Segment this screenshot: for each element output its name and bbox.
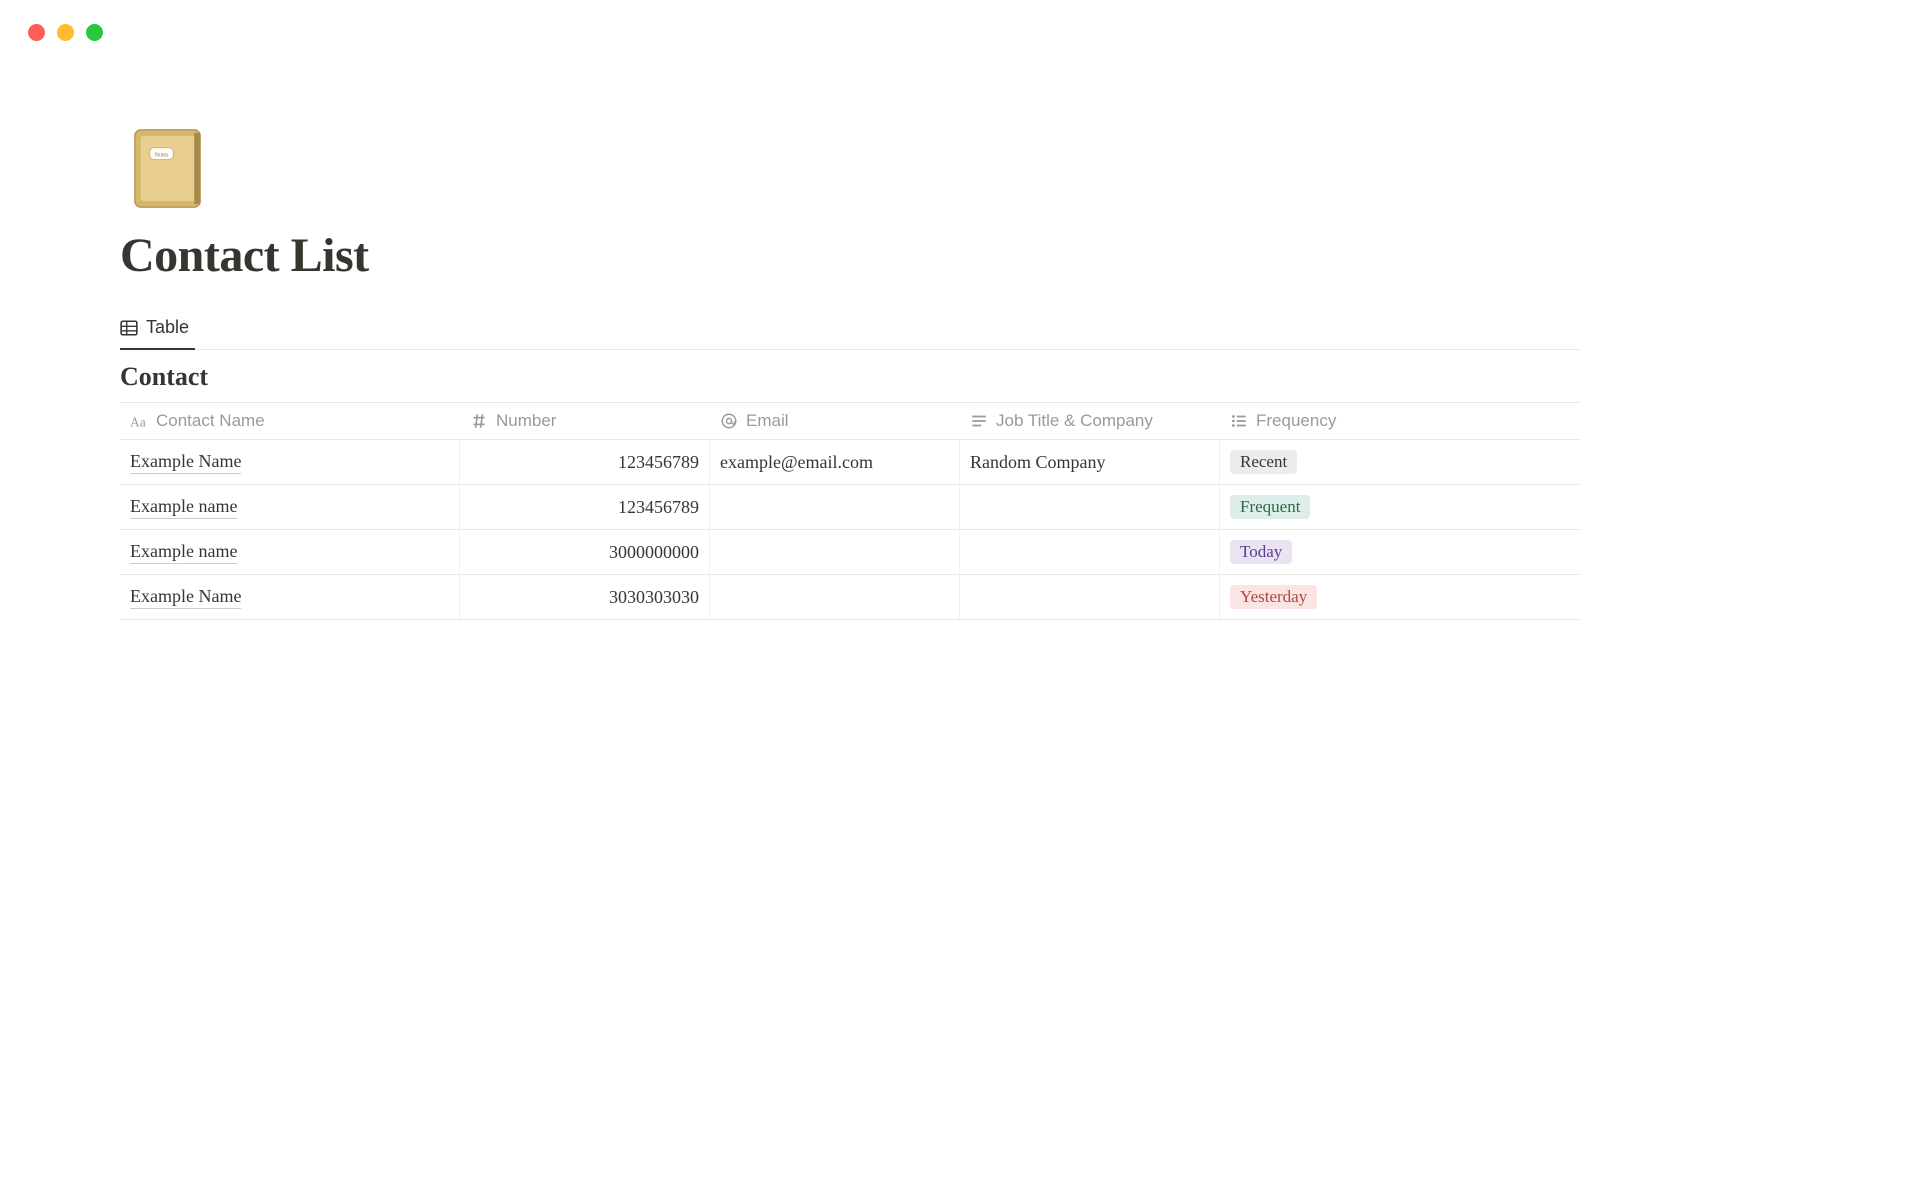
tab-table[interactable]: Table xyxy=(120,309,195,350)
cell-frequency[interactable]: Frequent xyxy=(1220,485,1580,529)
cell-email[interactable] xyxy=(710,530,960,574)
cell-number[interactable]: 3000000000 xyxy=(460,530,710,574)
cell-number[interactable]: 123456789 xyxy=(460,485,710,529)
notebook-icon[interactable]: Notes xyxy=(120,121,215,216)
text-icon: Aa xyxy=(130,412,148,430)
minimize-window-button[interactable] xyxy=(57,24,74,41)
cell-name[interactable]: Example Name xyxy=(120,440,460,484)
cell-name-text: Example Name xyxy=(130,451,241,474)
cell-name[interactable]: Example name xyxy=(120,530,460,574)
table-icon xyxy=(120,319,138,337)
page-content: Notes Contact List Table Contact Aa Cont… xyxy=(0,41,1700,620)
frequency-tag: Recent xyxy=(1230,450,1297,474)
cell-name[interactable]: Example Name xyxy=(120,575,460,619)
cell-email[interactable] xyxy=(710,485,960,529)
cell-frequency[interactable]: Yesterday xyxy=(1220,575,1580,619)
cell-company[interactable] xyxy=(960,575,1220,619)
at-icon xyxy=(720,412,738,430)
svg-text:Notes: Notes xyxy=(155,153,170,159)
svg-text:Aa: Aa xyxy=(130,415,146,430)
cell-name-text: Example name xyxy=(130,496,237,519)
cell-name-text: Example name xyxy=(130,541,237,564)
cell-email[interactable]: example@email.com xyxy=(710,440,960,484)
column-header-label: Number xyxy=(496,411,556,431)
column-header-number[interactable]: Number xyxy=(460,403,710,439)
column-header-label: Job Title & Company xyxy=(996,411,1153,431)
column-header-company[interactable]: Job Title & Company xyxy=(960,403,1220,439)
table-row[interactable]: Example Name 123456789 example@email.com… xyxy=(120,440,1580,485)
frequency-tag: Frequent xyxy=(1230,495,1310,519)
contact-table: Aa Contact Name Number Ema xyxy=(120,402,1580,620)
page-title: Contact List xyxy=(120,228,1580,283)
list-icon xyxy=(1230,412,1248,430)
table-row[interactable]: Example Name 3030303030 Yesterday xyxy=(120,575,1580,620)
cell-email[interactable] xyxy=(710,575,960,619)
maximize-window-button[interactable] xyxy=(86,24,103,41)
section-title: Contact xyxy=(120,362,1580,392)
cell-name-text: Example Name xyxy=(130,586,241,609)
cell-company[interactable]: Random Company xyxy=(960,440,1220,484)
lines-icon xyxy=(970,412,988,430)
table-header-row: Aa Contact Name Number Ema xyxy=(120,402,1580,440)
column-header-label: Contact Name xyxy=(156,411,265,431)
column-header-email[interactable]: Email xyxy=(710,403,960,439)
tab-label: Table xyxy=(146,317,189,338)
cell-frequency[interactable]: Today xyxy=(1220,530,1580,574)
cell-company[interactable] xyxy=(960,530,1220,574)
cell-name[interactable]: Example name xyxy=(120,485,460,529)
cell-frequency[interactable]: Recent xyxy=(1220,440,1580,484)
hash-icon xyxy=(470,412,488,430)
frequency-tag: Yesterday xyxy=(1230,585,1317,609)
frequency-tag: Today xyxy=(1230,540,1292,564)
column-header-name[interactable]: Aa Contact Name xyxy=(120,403,460,439)
cell-number[interactable]: 3030303030 xyxy=(460,575,710,619)
close-window-button[interactable] xyxy=(28,24,45,41)
cell-number[interactable]: 123456789 xyxy=(460,440,710,484)
view-tabs: Table xyxy=(120,309,1580,350)
cell-company[interactable] xyxy=(960,485,1220,529)
column-header-label: Frequency xyxy=(1256,411,1336,431)
table-row[interactable]: Example name 3000000000 Today xyxy=(120,530,1580,575)
window-controls xyxy=(0,0,1920,41)
column-header-label: Email xyxy=(746,411,789,431)
column-header-frequency[interactable]: Frequency xyxy=(1220,403,1580,439)
table-row[interactable]: Example name 123456789 Frequent xyxy=(120,485,1580,530)
